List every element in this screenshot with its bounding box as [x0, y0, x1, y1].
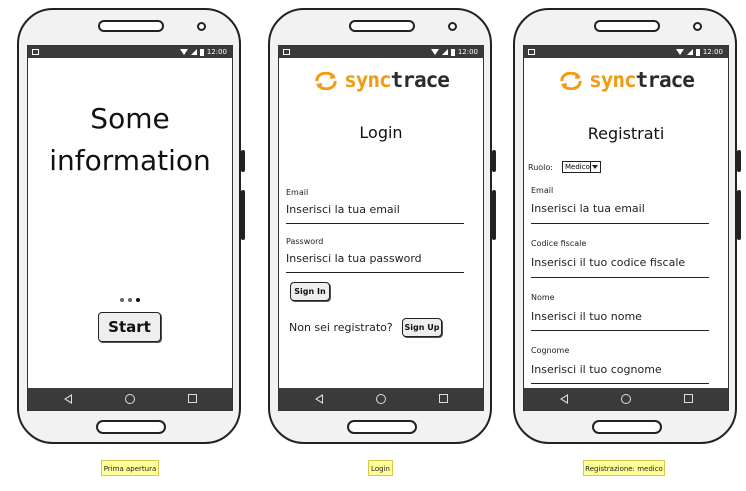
side-key: [737, 190, 741, 240]
signal-icon: [686, 49, 693, 55]
wifi-icon: [430, 49, 439, 55]
camera: [197, 22, 206, 31]
fiscal-code-label: Codice fiscale: [531, 239, 587, 248]
wifi-icon: [675, 49, 684, 55]
surname-underline: [531, 383, 709, 384]
logo-trace: trace: [635, 68, 695, 92]
signal-icon: [190, 49, 197, 55]
home-icon[interactable]: [376, 394, 386, 404]
start-button[interactable]: Start: [98, 312, 161, 342]
status-time: 12:00: [206, 48, 227, 56]
fiscal-code-field[interactable]: Inserisci il tuo codice fiscale: [531, 256, 685, 269]
home-button[interactable]: [592, 420, 662, 434]
screen-login: 12:00 synctrace Login Email Inserisci la…: [278, 45, 484, 411]
surname-field[interactable]: Inserisci il tuo cognome: [531, 363, 662, 376]
logo-trace: trace: [390, 68, 450, 92]
page-dot: [128, 298, 132, 302]
side-key: [737, 150, 741, 172]
logo-sync: sync: [344, 68, 392, 92]
email-field[interactable]: Inserisci la tua email: [286, 203, 400, 216]
not-registered-text: Non sei registrato?: [289, 321, 393, 334]
page-dot-active: [136, 298, 140, 302]
role-select[interactable]: Medico: [562, 161, 601, 173]
password-field[interactable]: Inserisci la tua password: [286, 252, 422, 265]
fiscal-code-underline: [531, 277, 709, 278]
status-bar: 12:00: [28, 46, 232, 58]
email-label: Email: [286, 188, 309, 197]
status-time: 12:00: [702, 48, 723, 56]
side-key: [492, 190, 496, 240]
email-underline: [286, 223, 464, 224]
name-label: Nome: [531, 293, 555, 302]
sync-arrows-icon: [560, 71, 582, 90]
battery-icon: [695, 48, 700, 56]
nav-bar: [524, 388, 728, 410]
recent-apps-icon[interactable]: [684, 394, 693, 403]
caption-register: Registrazione: medico: [583, 460, 665, 476]
home-icon[interactable]: [125, 394, 135, 404]
wifi-icon: [179, 49, 188, 55]
chevron-down-icon[interactable]: [590, 162, 600, 172]
home-button[interactable]: [96, 420, 166, 434]
sign-up-button[interactable]: Sign Up: [402, 318, 442, 337]
recent-apps-icon[interactable]: [439, 394, 448, 403]
email-label: Email: [531, 186, 554, 195]
screen-register: 12:00 synctrace Registrati Ruolo: Medico…: [523, 45, 729, 411]
sync-arrows-icon: [315, 71, 337, 90]
image-notification-icon: [32, 49, 39, 55]
email-underline: [531, 223, 709, 224]
caption-login: Login: [368, 460, 393, 476]
battery-icon: [450, 48, 455, 56]
side-key: [241, 190, 245, 240]
password-label: Password: [286, 237, 324, 246]
home-button[interactable]: [347, 420, 417, 434]
camera: [693, 22, 702, 31]
nav-bar: [28, 388, 232, 410]
recent-apps-icon[interactable]: [188, 394, 197, 403]
name-underline: [531, 330, 709, 331]
name-field[interactable]: Inserisci il tuo nome: [531, 310, 642, 323]
phone-frame-login: 12:00 synctrace Login Email Inserisci la…: [268, 8, 496, 444]
back-icon[interactable]: [560, 394, 568, 404]
status-time: 12:00: [457, 48, 478, 56]
surname-label: Cognome: [531, 346, 570, 355]
battery-icon: [199, 48, 204, 56]
page-title: Login: [359, 123, 403, 142]
image-notification-icon: [283, 49, 290, 55]
email-field[interactable]: Inserisci la tua email: [531, 202, 645, 215]
image-notification-icon: [528, 49, 535, 55]
status-bar: 12:00: [524, 46, 728, 58]
page-title: Registrati: [587, 124, 665, 143]
role-select-value: Medico: [565, 163, 590, 171]
password-underline: [286, 272, 464, 273]
page-dot: [120, 298, 124, 302]
intro-headline: Some information: [49, 102, 211, 177]
speaker: [594, 20, 660, 32]
sign-in-button[interactable]: Sign In: [290, 282, 330, 301]
screen-intro: 12:00 Some information Start: [27, 45, 233, 411]
phone-frame-intro: 12:00 Some information Start: [17, 8, 245, 444]
synctrace-logo: synctrace: [524, 70, 728, 91]
logo-sync: sync: [589, 68, 637, 92]
page-indicator: [28, 298, 232, 302]
side-key: [492, 150, 496, 172]
phone-frame-register: 12:00 synctrace Registrati Ruolo: Medico…: [513, 8, 741, 444]
camera: [448, 22, 457, 31]
synctrace-logo: synctrace: [279, 70, 483, 91]
speaker: [349, 20, 415, 32]
speaker: [98, 20, 164, 32]
back-icon[interactable]: [64, 394, 72, 404]
side-key: [241, 150, 245, 172]
signal-icon: [441, 49, 448, 55]
role-label: Ruolo:: [528, 163, 553, 172]
status-bar: 12:00: [279, 46, 483, 58]
caption-intro: Prima apertura: [101, 460, 159, 476]
nav-bar: [279, 388, 483, 410]
back-icon[interactable]: [315, 394, 323, 404]
home-icon[interactable]: [621, 394, 631, 404]
